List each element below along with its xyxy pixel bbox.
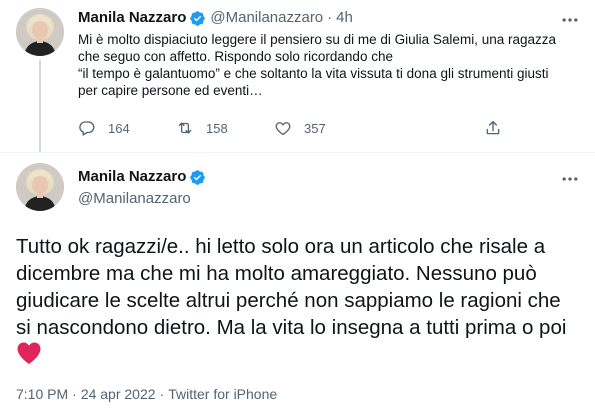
share-icon bbox=[486, 120, 500, 135]
author-avatar[interactable] bbox=[16, 8, 64, 56]
retweet-count: 158 bbox=[206, 120, 228, 136]
share-button[interactable] bbox=[484, 119, 514, 137]
avatar-image bbox=[16, 163, 64, 211]
like-count: 357 bbox=[304, 120, 326, 136]
tweet-source[interactable]: Twitter for iPhone bbox=[168, 386, 277, 402]
meta-separator: · bbox=[159, 386, 165, 402]
tweet-meta: 7:10 PM · 24 apr 2022 · Twitter for iPhone bbox=[16, 385, 277, 403]
tweet-header: Manila Nazzaro @Manilanazzaro · 4h bbox=[78, 9, 353, 27]
tweet-main: Manila Nazzaro @Manilanazzaro Tutto ok r… bbox=[0, 153, 595, 420]
meta-separator: · bbox=[72, 386, 77, 402]
retweet-icon bbox=[178, 122, 192, 134]
author-avatar[interactable] bbox=[16, 163, 64, 211]
retweet-button[interactable]: 158 bbox=[176, 119, 228, 137]
like-icon bbox=[275, 122, 291, 136]
author-name-row: Manila Nazzaro bbox=[78, 168, 210, 186]
thread-connector-line bbox=[39, 60, 41, 152]
author-handle[interactable]: @Manilanazzaro bbox=[78, 190, 191, 208]
author-name[interactable]: Manila Nazzaro bbox=[78, 168, 186, 186]
tweet-text: Mi è molto dispiaciuto leggere il pensie… bbox=[78, 32, 556, 98]
tweet-text-body: Tutto ok ragazzi/e.. hi letto solo ora u… bbox=[16, 235, 567, 339]
more-icon[interactable] bbox=[560, 169, 584, 189]
tweet-actions: 164 158 357 bbox=[78, 119, 508, 143]
verified-badge-icon bbox=[189, 169, 206, 186]
avatar-image bbox=[16, 8, 64, 56]
more-icon[interactable] bbox=[560, 10, 584, 30]
tweet-time[interactable]: 4h bbox=[336, 9, 353, 27]
tweet-time[interactable]: 7:10 PM bbox=[16, 386, 68, 402]
author-handle[interactable]: @Manilanazzaro bbox=[210, 9, 323, 27]
red-heart-icon bbox=[16, 341, 42, 365]
reply-button[interactable]: 164 bbox=[78, 119, 130, 137]
reply-icon bbox=[79, 121, 95, 136]
verified-badge-icon bbox=[189, 10, 206, 27]
author-name[interactable]: Manila Nazzaro bbox=[78, 9, 186, 27]
tweet-date[interactable]: 24 apr 2022 bbox=[81, 386, 156, 402]
tweet-text: Tutto ok ragazzi/e.. hi letto solo ora u… bbox=[16, 233, 581, 368]
header-separator: · bbox=[327, 9, 333, 26]
tweet-parent[interactable]: Manila Nazzaro @Manilanazzaro · 4h Mi è … bbox=[0, 0, 595, 153]
like-button[interactable]: 357 bbox=[274, 119, 326, 137]
reply-count: 164 bbox=[108, 120, 130, 136]
